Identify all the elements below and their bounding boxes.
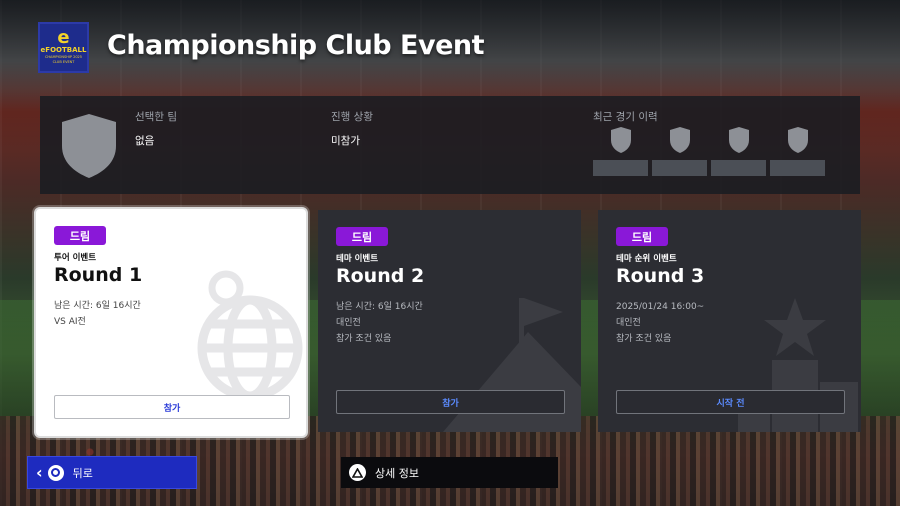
round-title: Round 1: [54, 264, 143, 286]
remaining-time: 남은 시간: 6일 16시간: [54, 301, 141, 311]
team-shield-icon: [62, 114, 116, 178]
card-details: 2025/01/24 16:00~ 대인전 참가 조건 있음: [616, 299, 704, 347]
progress-label: 진행 상황: [331, 111, 373, 123]
dream-badge: 드림: [616, 227, 668, 246]
efootball-logo: e eFOOTBALL CHAMPIONSHIP 2025 CLUB EVENT: [38, 22, 89, 73]
empty-shield-icon: [787, 127, 808, 153]
match-result-bar: [770, 160, 825, 176]
card-details: 남은 시간: 6일 16시간 대인전 참가 조건 있음: [336, 299, 423, 347]
selected-team-section: 선택한 팀 없음: [135, 109, 177, 148]
round-title: Round 3: [616, 265, 705, 287]
match-type: 대인전: [336, 318, 361, 328]
empty-shield-icon: [669, 127, 690, 153]
recent-match-history: [593, 126, 825, 176]
empty-shield-icon: [610, 127, 631, 153]
empty-shield-icon: [728, 127, 749, 153]
card-details: 남은 시간: 6일 16시간 VS AI전: [54, 298, 141, 330]
match-result-bar: [652, 160, 707, 176]
chevron-left-icon: ‹: [36, 463, 43, 482]
selected-team-value: 없음: [135, 135, 155, 147]
progress-value: 미참가: [331, 135, 360, 147]
recent-match-slot: [593, 126, 648, 176]
dream-badge: 드림: [54, 226, 106, 245]
match-result-bar: [711, 160, 766, 176]
details-label: 상세 정보: [375, 466, 419, 480]
globe-pin-icon: [197, 270, 303, 396]
logo-subtext: CHAMPIONSHIP 2025 CLUB EVENT: [44, 55, 83, 64]
triangle-button-icon: [349, 464, 366, 481]
entry-condition: 참가 조건 있음: [616, 334, 672, 344]
recent-match-slot: [770, 126, 825, 176]
progress-section: 진행 상황 미참가: [331, 109, 373, 148]
recent-match-slot: [652, 126, 707, 176]
page-title: Championship Club Event: [107, 30, 485, 61]
event-type: 테마 순위 이벤트: [616, 254, 677, 264]
match-type: VS AI전: [54, 317, 86, 327]
recent-matches-section: 최근 경기 이력: [593, 109, 658, 124]
entry-condition: 참가 조건 있음: [336, 334, 392, 344]
selected-team-label: 선택한 팀: [135, 111, 177, 123]
round-title: Round 2: [336, 265, 425, 287]
circle-button-icon: [47, 464, 64, 481]
not-started-button[interactable]: 시작 전: [616, 390, 845, 414]
recent-match-slot: [711, 126, 766, 176]
round-2-card[interactable]: 드림 테마 이벤트 Round 2 남은 시간: 6일 16시간 대인전 참가 …: [318, 210, 581, 432]
remaining-time: 남은 시간: 6일 16시간: [336, 302, 423, 312]
match-result-bar: [593, 160, 648, 176]
round-1-card[interactable]: 드림 투어 이벤트 Round 1 남은 시간: 6일 16시간 VS AI전 …: [34, 207, 308, 438]
details-button[interactable]: 상세 정보: [341, 457, 558, 488]
logo-e-icon: e: [57, 27, 70, 48]
join-button[interactable]: 참가: [54, 395, 290, 419]
match-type: 대인전: [616, 318, 641, 328]
recent-matches-label: 최근 경기 이력: [593, 111, 658, 123]
join-button[interactable]: 참가: [336, 390, 565, 414]
round-3-card[interactable]: 드림 테마 순위 이벤트 Round 3 2025/01/24 16:00~ 대…: [598, 210, 861, 432]
event-type: 투어 이벤트: [54, 253, 97, 263]
dream-badge: 드림: [336, 227, 388, 246]
start-date: 2025/01/24 16:00~: [616, 302, 705, 312]
back-button[interactable]: ‹ 뒤로: [27, 456, 197, 489]
logo-text: eFOOTBALL: [40, 46, 87, 54]
back-label: 뒤로: [72, 466, 93, 480]
event-type: 테마 이벤트: [336, 254, 379, 264]
